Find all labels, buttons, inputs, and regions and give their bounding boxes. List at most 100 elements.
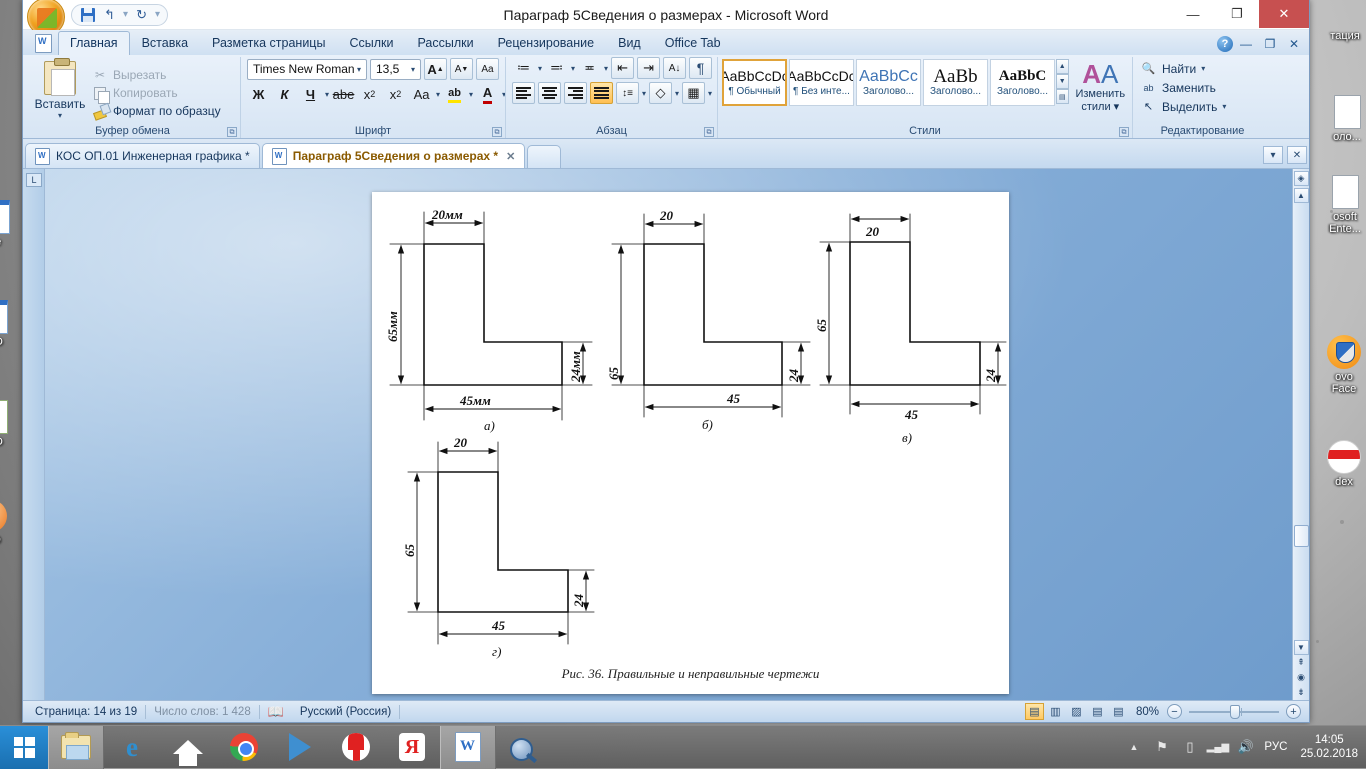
close-document-button[interactable]: ✕ [1283,35,1305,53]
view-outline-button[interactable]: ▤ [1088,703,1107,720]
browse-object-button[interactable]: ◉ [1294,670,1309,685]
undo-icon[interactable]: ↰ [101,7,118,23]
desktop-icon-lenovo-solution-face[interactable]: ovo Face [1307,335,1366,395]
scroll-down-button[interactable]: ▼ [1293,640,1309,655]
taskbar-item-search-app[interactable] [496,726,552,769]
chevron-down-icon[interactable]: ▾ [708,89,712,98]
battery-icon[interactable]: ▯ [1180,738,1199,757]
vertical-scrollbar[interactable]: ◈ ▲ ▼ ⇞ ◉ ⇟ [1292,169,1309,700]
office-tab-kos[interactable]: КОС ОП.01 Инженерная графика * [25,143,260,168]
italic-button[interactable]: К [273,83,296,105]
help-icon[interactable]: ? [1217,36,1233,52]
desktop-icon-presentation[interactable]: тация [1308,30,1366,42]
language-indicator[interactable]: Русский (Россия) [292,706,399,718]
style-item-heading-2[interactable]: AaBb Заголово... [923,59,988,106]
taskbar-item-yandex-app[interactable]: Я [384,726,440,769]
customize-qat-caret-icon[interactable]: ▾ [155,9,160,20]
redo-icon[interactable]: ↻ [133,7,150,23]
zoom-level[interactable]: 80% [1130,706,1165,718]
highlight-button[interactable]: ab [443,83,466,105]
superscript-button[interactable]: x2 [384,83,407,105]
zoom-slider-thumb[interactable] [1230,705,1240,719]
chevron-down-icon[interactable]: ▾ [58,111,62,120]
chevron-down-icon[interactable]: ▾ [469,90,473,99]
paste-button[interactable]: Вставить ▾ [30,58,90,124]
ribbon-tab-review[interactable]: Рецензирование [486,31,607,55]
font-color-button[interactable]: A [476,83,499,105]
line-spacing-button[interactable]: ↕≡ [616,82,639,104]
taskbar-item-internet-explorer[interactable]: e [104,726,160,769]
desktop-icon-kolo[interactable]: оло... [1310,95,1366,143]
view-web-layout-button[interactable]: ▨ [1067,703,1086,720]
minimize-button[interactable]: — [1171,0,1215,28]
tab-stop-selector[interactable]: L [26,173,42,187]
ribbon-tab-home[interactable]: Главная [58,31,130,55]
document-canvas[interactable]: 20мм 65мм 24мм 45мм а) 20 65 24 45 б) 20… [45,169,1292,700]
ribbon-tab-mailings[interactable]: Рассылки [405,31,485,55]
vertical-ruler[interactable]: L [23,169,45,700]
office-tab-list-button[interactable]: ▾ [1263,146,1283,164]
align-justify-button[interactable] [590,82,613,104]
undo-caret-icon[interactable]: ▾ [123,9,128,20]
chevron-down-icon[interactable]: ▾ [642,89,646,98]
cut-button[interactable]: ✂ Вырезать [92,68,221,83]
styles-scroll-up-button[interactable]: ▲ [1056,59,1069,74]
styles-dialog-launcher[interactable]: ⧉ [1119,127,1129,137]
office-tab-new[interactable] [527,145,562,168]
select-browse-object-top-icon[interactable]: ◈ [1293,171,1309,186]
close-button[interactable]: ✕ [1259,0,1309,28]
page-indicator[interactable]: Страница: 14 из 19 [27,706,145,718]
proofing-status-icon[interactable]: 📖 [260,704,292,720]
increase-indent-button[interactable]: ⇥ [637,57,661,79]
desktop-icon-yandex-disk[interactable]: dex [1307,440,1366,488]
close-icon[interactable]: ✕ [506,150,515,163]
document-page[interactable]: 20мм 65мм 24мм 45мм а) 20 65 24 45 б) 20… [372,192,1009,694]
replace-button[interactable]: ab Заменить [1137,78,1268,97]
styles-more-button[interactable]: ▤ [1056,89,1069,104]
ribbon-tab-office-tab[interactable]: Office Tab [653,31,733,55]
ribbon-tab-insert[interactable]: Вставка [130,31,200,55]
word-count[interactable]: Число слов: 1 428 [146,706,259,718]
sort-button[interactable]: A↓ [663,57,687,79]
underline-button[interactable]: Ч [299,83,322,105]
show-hidden-icons-icon[interactable]: ▲ [1124,738,1143,757]
chevron-down-icon[interactable]: ▾ [675,89,679,98]
align-left-button[interactable] [512,82,535,104]
restore-document-button[interactable]: ❐ [1259,35,1281,53]
format-painter-button[interactable]: Формат по образцу [92,104,221,119]
view-full-screen-reading-button[interactable]: ▥ [1046,703,1065,720]
volume-icon[interactable]: 🔊 [1236,738,1255,757]
font-dialog-launcher[interactable]: ⧉ [492,127,502,137]
chevron-down-icon[interactable]: ▾ [571,64,575,73]
view-draft-button[interactable]: ▤ [1109,703,1128,720]
change-case-button[interactable]: Aa [410,83,433,105]
minimize-document-button[interactable]: — [1235,35,1257,53]
find-button[interactable]: 🔍 Найти ▾ [1137,59,1268,78]
select-button[interactable]: ↖ Выделить ▾ [1137,97,1268,116]
previous-page-button[interactable]: ⇞ [1294,655,1309,670]
restore-button[interactable]: ❐ [1215,0,1259,28]
view-print-layout-button[interactable]: ▤ [1024,703,1044,720]
decrease-indent-button[interactable]: ⇤ [611,57,635,79]
taskbar-item-media-player[interactable] [272,726,328,769]
clock[interactable]: 14:05 25.02.2018 [1296,733,1358,761]
language-indicator[interactable]: РУС [1264,741,1287,753]
styles-scroll-down-button[interactable]: ▼ [1056,74,1069,89]
numbering-button[interactable]: ≕ [545,57,568,79]
clear-formatting-button[interactable]: Aa [476,58,499,80]
grow-font-button[interactable]: A ▲ [424,58,447,80]
desktop-icon-microsoft-enterprise[interactable]: osoft Ente... [1308,175,1366,235]
strikethrough-button[interactable]: abe [332,83,355,105]
chevron-down-icon[interactable]: ▾ [538,64,542,73]
scrollbar-track[interactable] [1293,203,1309,640]
bullets-button[interactable]: ≔ [512,57,535,79]
chevron-down-icon[interactable]: ▾ [604,64,608,73]
zoom-in-button[interactable]: + [1286,704,1301,719]
style-item-normal[interactable]: AaBbCcDc ¶ Обычный [722,59,787,106]
align-right-button[interactable] [564,82,587,104]
font-size-combo[interactable]: 13,5 ▾ [370,58,421,80]
chevron-down-icon[interactable]: ▾ [436,90,440,99]
font-name-combo[interactable]: Times New Roman ▾ [247,58,367,80]
align-center-button[interactable] [538,82,561,104]
scroll-up-button[interactable]: ▲ [1293,188,1309,203]
